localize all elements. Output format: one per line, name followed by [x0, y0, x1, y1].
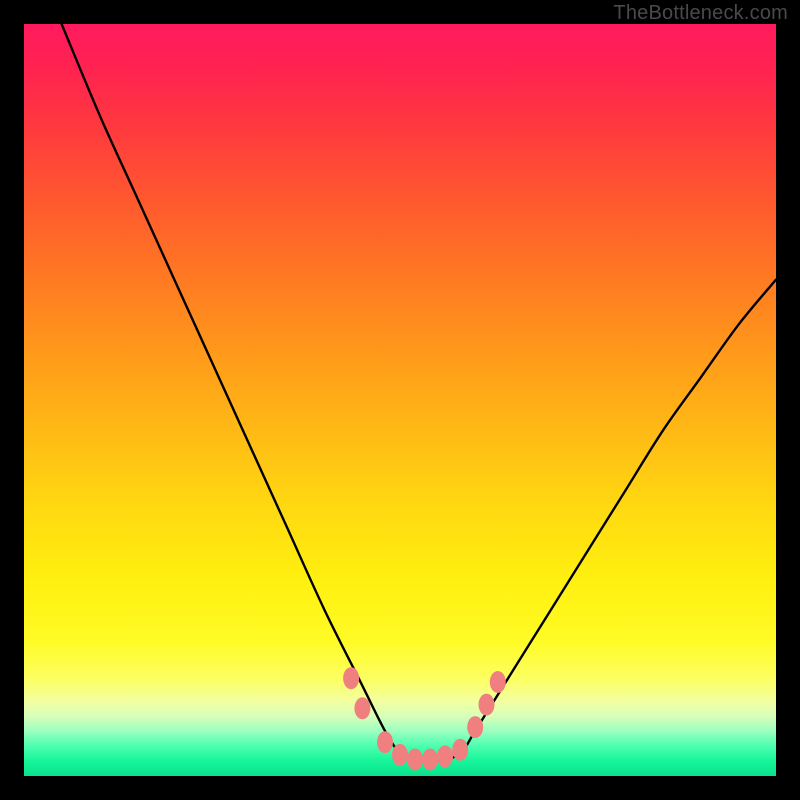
valley-marker — [490, 671, 506, 693]
curve-layer — [24, 24, 776, 776]
valley-marker — [479, 694, 495, 716]
valley-marker — [354, 697, 370, 719]
valley-marker — [467, 716, 483, 738]
valley-marker — [377, 731, 393, 753]
chart-frame: TheBottleneck.com — [0, 0, 800, 800]
valley-marker — [407, 749, 423, 771]
valley-marker — [422, 749, 438, 771]
watermark-text: TheBottleneck.com — [613, 2, 788, 25]
valley-marker — [452, 739, 468, 761]
bottleneck-curve — [62, 24, 776, 762]
valley-marker — [343, 667, 359, 689]
valley-marker — [437, 745, 453, 767]
curve-path — [62, 24, 776, 762]
valley-marker — [392, 744, 408, 766]
plot-area — [24, 24, 776, 776]
